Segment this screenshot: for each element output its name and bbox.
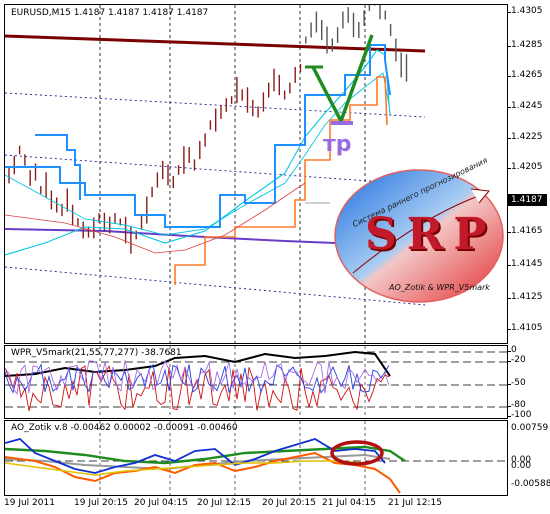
time-label: 20 Jul 12:15 xyxy=(197,498,251,508)
price-chart-pane[interactable]: EURUSD,M15 1.4187 1.4187 1.4187 1.4187 т… xyxy=(4,4,508,344)
price-scale: 1.4305 1.4285 1.4265 1.4245 1.4225 1.4205 1.41… xyxy=(507,4,550,342)
time-label: 19 Jul 20:15 xyxy=(74,498,128,508)
ao-tick-label: 0.00 xyxy=(511,461,532,471)
time-label: 20 Jul 04:15 xyxy=(134,498,188,508)
ao-tick-label: -0.00588 xyxy=(511,479,550,489)
price-tick-label: 1.4165 xyxy=(511,226,543,236)
ma-red-line xyxy=(5,182,306,254)
time-axis: 19 Jul 2011 19 Jul 20:15 20 Jul 04:15 20 Ju… xyxy=(4,495,506,514)
trend-line xyxy=(5,34,426,53)
time-label: 21 Jul 12:15 xyxy=(388,498,442,508)
srp-letters: SRP xyxy=(365,209,497,260)
wpr-tick-label: 0 xyxy=(511,345,517,355)
ao-indicator-pane[interactable]: AO_Zotik v.8 -0.00462 0.00002 -0.00091 -… xyxy=(4,420,508,496)
srp-credit: AO_Zotik & WPR_V5mark xyxy=(389,283,490,292)
price-tick-label: 1.4245 xyxy=(511,101,543,111)
chart-window: EURUSD,M15 1.4187 1.4187 1.4187 1.4187 т… xyxy=(0,0,550,514)
time-label: 21 Jul 04:15 xyxy=(322,498,376,508)
ao-scale: 0.00759 0.00 0.00 -0.00588 xyxy=(507,420,550,494)
time-label: 19 Jul 2011 xyxy=(4,498,55,508)
price-tick-label: 1.4205 xyxy=(511,162,543,172)
symbol-label: EURUSD,M15 1.4187 1.4187 1.4187 1.4187 xyxy=(11,8,209,18)
price-tick-label: 1.4265 xyxy=(511,70,543,80)
price-tick-label: 1.4105 xyxy=(511,323,543,333)
time-label: 20 Jul 20:15 xyxy=(262,498,316,508)
price-tick-label: 1.4125 xyxy=(511,292,543,302)
wpr-tick-label: -100 xyxy=(511,410,532,420)
wpr-label: WPR_V5mark(21,55,77,277) -38.7681 xyxy=(11,348,182,358)
wpr-indicator-pane[interactable]: WPR_V5mark(21,55,77,277) -38.7681 xyxy=(4,345,508,419)
ao-tick-label: 0.00759 xyxy=(511,423,549,433)
srp-logo: Система раннего прогнозирования SRP AO_Z… xyxy=(331,156,507,307)
wpr-tick-label: -20 xyxy=(511,355,526,365)
tp-label: тр xyxy=(323,132,352,157)
price-tick-label: 1.4285 xyxy=(511,40,543,50)
price-tick-label: 1.4305 xyxy=(511,6,543,16)
price-tick-label: 1.4225 xyxy=(511,132,543,142)
price-tick-label: 1.4145 xyxy=(511,259,543,269)
wpr-tick-label: -50 xyxy=(511,378,526,388)
ao-label: AO_Zotik v.8 -0.00462 0.00002 -0.00091 -… xyxy=(11,423,238,433)
wpr-tick-label: -80 xyxy=(511,400,526,410)
last-price-badge: 1.4187 xyxy=(507,194,547,206)
wpr-scale: 0 -20 -50 -80 -100 xyxy=(507,345,550,420)
